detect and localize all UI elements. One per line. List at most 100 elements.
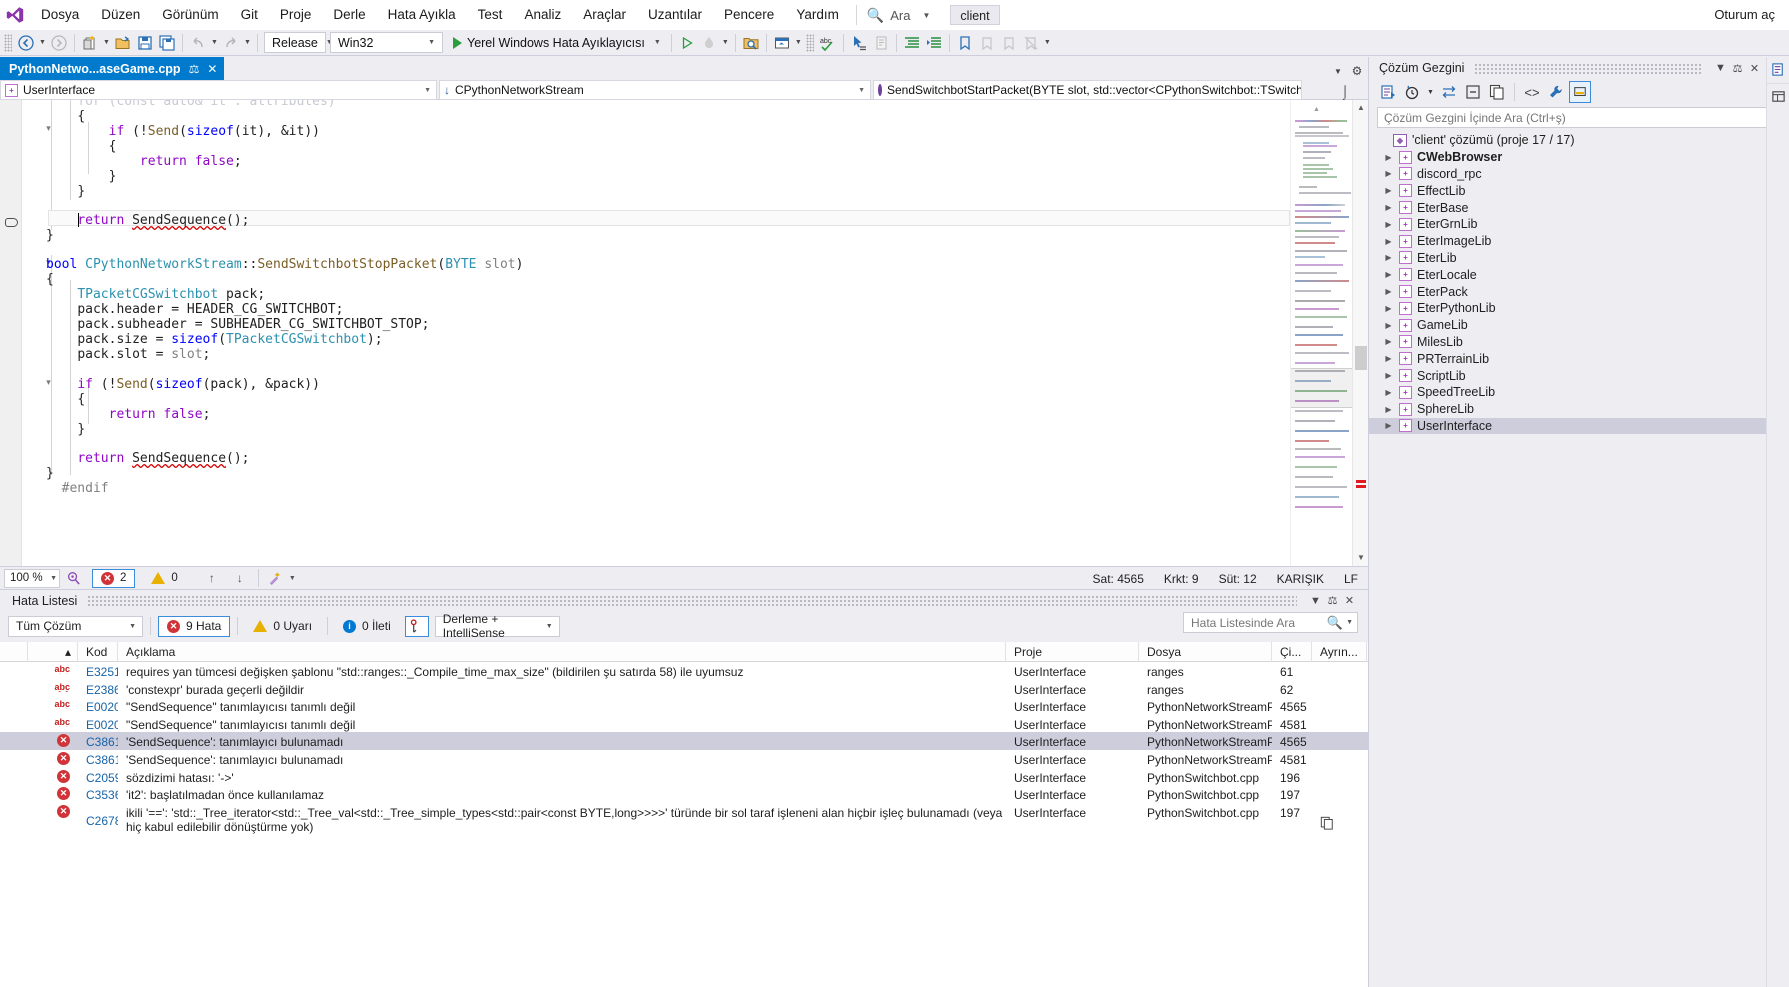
- menu-duzen[interactable]: Düzen: [90, 0, 151, 30]
- row-expander[interactable]: [0, 715, 28, 718]
- error-marker[interactable]: [1356, 480, 1366, 483]
- tab-list-dropdown-icon[interactable]: ▼: [1330, 63, 1346, 79]
- error-code[interactable]: C2059: [78, 768, 118, 785]
- window-layout-icon[interactable]: [771, 32, 793, 54]
- quick-actions-icon[interactable]: [263, 571, 287, 586]
- preview-selected-items-icon[interactable]: [1569, 81, 1591, 103]
- intellisense-icon[interactable]: [60, 571, 86, 586]
- undo-dropdown-icon[interactable]: ▼: [209, 32, 220, 54]
- sidebar-item-cwebbrowser[interactable]: ▶ + CWebBrowser: [1369, 149, 1789, 166]
- start-debugging-button[interactable]: Yerel Windows Hata Ayıklayıcısı ▼: [449, 32, 667, 54]
- sidebar-item-speedtreelib[interactable]: ▶ + SpeedTreeLib: [1369, 384, 1789, 401]
- new-item-icon[interactable]: [79, 32, 101, 54]
- expander-icon[interactable]: ▶: [1383, 287, 1394, 296]
- row-expander[interactable]: [0, 803, 28, 806]
- table-row[interactable]: ✕ C3861 'SendSequence': tanımlayıcı buluna…: [0, 732, 1368, 750]
- chevron-down-icon[interactable]: ▼: [1307, 591, 1324, 610]
- clear-bookmarks-icon[interactable]: [1020, 32, 1042, 54]
- outdent-icon[interactable]: [923, 32, 945, 54]
- error-code[interactable]: C3861: [78, 732, 118, 749]
- table-row[interactable]: abc E3251 requires yan tümcesi değişken şa…: [0, 662, 1368, 680]
- column-severity[interactable]: ▴: [28, 641, 78, 662]
- error-marker[interactable]: [1356, 485, 1366, 488]
- redo-icon[interactable]: [220, 32, 242, 54]
- find-in-files-icon[interactable]: [740, 32, 762, 54]
- menu-dosya[interactable]: Dosya: [30, 0, 90, 30]
- sidebar-item-etergrnlib[interactable]: ▶ + EterGrnLib: [1369, 216, 1789, 233]
- sidebar-item-effectlib[interactable]: ▶ + EffectLib: [1369, 182, 1789, 199]
- row-expander[interactable]: [0, 750, 28, 753]
- navbar-member-combo[interactable]: SendSwitchbotStartPacket(BYTE slot, std:…: [873, 80, 1302, 100]
- build-intellisense-combo[interactable]: Derleme + IntelliSense ▼: [434, 612, 560, 640]
- error-details[interactable]: [1312, 697, 1367, 700]
- sidebar-item-eterimagelib[interactable]: ▶ + EterImageLib: [1369, 233, 1789, 250]
- solution-tree[interactable]: ◆ 'client' çözümü (proje 17 / 17) ▶ + CWeb…: [1369, 132, 1789, 435]
- column-details[interactable]: Ayrın...: [1312, 641, 1367, 662]
- expander-icon[interactable]: ▶: [1383, 321, 1394, 330]
- expander-icon[interactable]: ▶: [1383, 237, 1394, 246]
- collapse-all-icon[interactable]: [1462, 81, 1484, 103]
- column-file[interactable]: Dosya: [1139, 641, 1272, 662]
- expander-icon[interactable]: ▶: [1383, 253, 1394, 262]
- scroll-down-icon[interactable]: ▼: [1353, 550, 1368, 566]
- sidebar-item-discord_rpc[interactable]: ▶ + discord_rpc: [1369, 166, 1789, 183]
- column-project[interactable]: Proje: [1006, 641, 1139, 662]
- menu-yardim[interactable]: Yardım: [785, 0, 850, 30]
- expander-icon[interactable]: ▶: [1383, 304, 1394, 313]
- code-minimap[interactable]: ▲: [1290, 100, 1352, 566]
- menu-analiz[interactable]: Analiz: [513, 0, 572, 30]
- arrow-up-icon[interactable]: ↑: [198, 571, 226, 585]
- error-code[interactable]: C2678: [78, 803, 118, 828]
- play-outline-icon[interactable]: [676, 32, 698, 54]
- scrollbar-thumb[interactable]: [1355, 346, 1367, 370]
- expander-icon[interactable]: ▶: [1383, 270, 1394, 279]
- indicator-margin[interactable]: [0, 100, 22, 566]
- errors-filter-chip[interactable]: ✕ 9 Hata: [158, 615, 231, 637]
- error-details[interactable]: [1312, 662, 1367, 665]
- pin-icon[interactable]: ⚖: [1324, 591, 1341, 610]
- table-row[interactable]: abc E2386 'constexpr' burada geçerli değil…: [0, 680, 1368, 698]
- row-expander[interactable]: [0, 662, 28, 665]
- error-details[interactable]: [1312, 715, 1367, 718]
- chevron-down-icon[interactable]: ▼: [1425, 81, 1436, 103]
- solution-root-row[interactable]: ◆ 'client' çözümü (proje 17 / 17): [1369, 132, 1789, 149]
- toolbar-grip-2[interactable]: [805, 33, 814, 52]
- error-details[interactable]: [1312, 750, 1367, 753]
- error-details[interactable]: [1312, 768, 1367, 771]
- open-file-icon[interactable]: [112, 32, 134, 54]
- indent-icon[interactable]: [901, 32, 923, 54]
- sidebar-item-prterrainlib[interactable]: ▶ + PRTerrainLib: [1369, 350, 1789, 367]
- error-code[interactable]: E0020: [78, 697, 118, 714]
- comment-icon[interactable]: [870, 32, 892, 54]
- properties-tab-icon[interactable]: [1767, 84, 1789, 108]
- platform-combo[interactable]: Win32 ▼: [330, 32, 443, 53]
- sidebar-item-userinterface[interactable]: ▶ + UserInterface: [1369, 417, 1789, 435]
- column-line[interactable]: Çi...: [1272, 641, 1312, 662]
- table-row[interactable]: ✕ C3536 'it2': başlatılmadan önce kullanıl…: [0, 785, 1368, 803]
- error-code[interactable]: C3861: [78, 750, 118, 767]
- redo-dropdown-icon[interactable]: ▼: [242, 32, 253, 54]
- error-code[interactable]: C3536: [78, 785, 118, 802]
- code-view-icon[interactable]: <>: [1521, 81, 1543, 103]
- column-description[interactable]: Açıklama: [118, 641, 1006, 662]
- close-icon[interactable]: ✕: [1341, 591, 1358, 610]
- arrow-down-icon[interactable]: ↓: [226, 571, 254, 585]
- expander-icon[interactable]: ▶: [1383, 153, 1394, 162]
- panel-drag-handle[interactable]: [87, 595, 1297, 606]
- error-code[interactable]: E2386: [78, 680, 118, 697]
- menu-araclar[interactable]: Araçlar: [572, 0, 637, 30]
- row-expander[interactable]: [0, 680, 28, 683]
- sidebar-item-eterbase[interactable]: ▶ + EterBase: [1369, 199, 1789, 216]
- menu-pencere[interactable]: Pencere: [713, 0, 785, 30]
- hot-reload-dropdown-icon[interactable]: ▼: [720, 32, 731, 54]
- menu-hata-ayikla[interactable]: Hata Ayıkla: [377, 0, 467, 30]
- editor-warning-count[interactable]: 0: [145, 569, 183, 588]
- table-row[interactable]: ✕ C2678 ikili '==': 'std::_Tree_iterator<s…: [0, 803, 1368, 839]
- error-details[interactable]: [1312, 785, 1367, 788]
- expander-icon[interactable]: ▶: [1383, 421, 1394, 430]
- row-expander[interactable]: [0, 732, 28, 735]
- gear-icon[interactable]: ⚙: [1348, 63, 1366, 79]
- menu-uzantilar[interactable]: Uzantılar: [637, 0, 713, 30]
- code-editor[interactable]: ▾ ▾ ▾ for (const auto& it : attributes) …: [0, 100, 1368, 566]
- error-list-search-input[interactable]: Hata Listesinde Ara 🔍 ▼: [1183, 612, 1358, 633]
